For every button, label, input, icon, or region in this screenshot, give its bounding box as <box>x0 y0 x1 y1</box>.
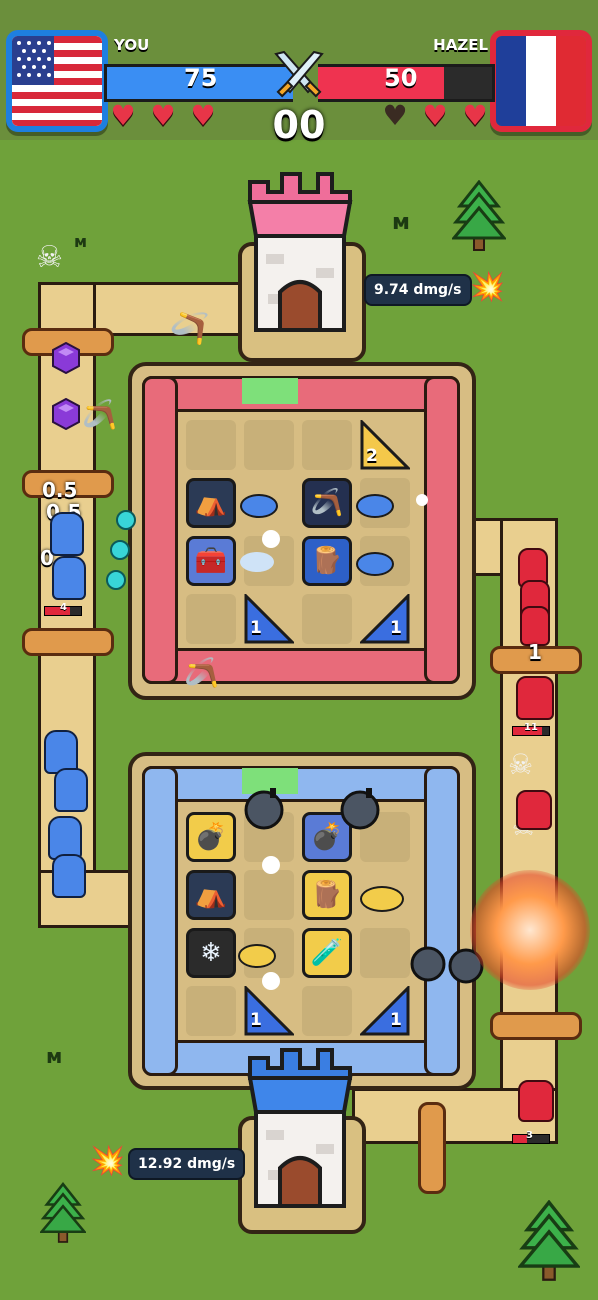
board-cell[interactable] <box>186 986 236 1036</box>
blue-projectile <box>356 494 394 518</box>
white-ball-projectile <box>416 494 428 506</box>
cyan-projectile <box>116 510 136 530</box>
damage-number: 0.5 <box>42 478 78 502</box>
boomerang-projectile-icon: 🪃 <box>82 398 117 431</box>
boomerang-projectile-icon: 🪃 <box>184 656 219 689</box>
spiked-log-barrier <box>22 628 114 656</box>
triangle-level: 1 <box>390 1010 402 1030</box>
damage-number: 1 <box>528 640 542 664</box>
blue-soldier-unit <box>54 768 88 812</box>
spiked-log-tile-icon[interactable]: 🪵 <box>302 870 352 920</box>
player-flag-usa-icon <box>6 30 108 132</box>
player-dps-label: 12.92 dmg/s <box>128 1148 246 1180</box>
board-cell[interactable] <box>186 594 236 644</box>
fire-clock-icon: 💥 <box>90 1144 125 1177</box>
player-heart-icon: ♥ <box>110 99 136 132</box>
red-soldier-unit <box>516 676 554 720</box>
crossed-swords-icon <box>274 50 324 98</box>
red-soldier-unit <box>518 1080 554 1122</box>
blue-soldier-unit <box>52 854 86 898</box>
player-heart-icon: ♥ <box>150 99 176 132</box>
snowflake-tile-icon[interactable]: ❄ <box>186 928 236 978</box>
blue-projectile <box>240 494 278 518</box>
spiked-log-barrier <box>418 1102 446 1194</box>
triangle-level: 1 <box>250 1010 262 1030</box>
potion-tile-icon[interactable]: 🧪 <box>302 928 352 978</box>
bomb-icon <box>340 788 380 830</box>
spiked-log-tile-icon[interactable]: 🪵 <box>302 536 352 586</box>
purple-gem-icon <box>52 342 80 374</box>
bomb-cannon-tile-icon[interactable]: 💣 <box>186 812 236 862</box>
unit-hp-number: 11 <box>524 722 538 733</box>
player-name: YOU <box>114 36 150 54</box>
triangle-level: 2 <box>366 446 378 466</box>
triangle-level: 1 <box>390 618 402 638</box>
player-board-wall-right <box>424 766 460 1076</box>
board-cell[interactable] <box>302 594 352 644</box>
spiked-log-barrier <box>490 1012 582 1040</box>
blue-projectile <box>356 552 394 576</box>
white-projectile <box>240 552 274 572</box>
opponent-heart-empty-icon: ♥ <box>382 99 408 132</box>
opponent-heart-icon: ♥ <box>422 99 448 132</box>
boomerang-tile-icon[interactable]: 🪃 <box>302 478 352 528</box>
board-cell[interactable] <box>244 870 294 920</box>
enemy-castle-tower[interactable] <box>246 164 354 334</box>
player-castle-tower[interactable] <box>246 1040 354 1210</box>
enemy-board-wall-left <box>142 376 178 684</box>
player-board-wall-top <box>142 766 460 802</box>
grass-tuft-icon: ᴍ <box>74 232 88 251</box>
skull-bones-icon: ☠ <box>36 240 63 275</box>
unit-hp-number: 4 <box>60 602 67 613</box>
player-heart-icon: ♥ <box>190 99 216 132</box>
fire-clock-icon: 💥 <box>470 270 505 303</box>
tent-tile-icon[interactable]: ⛺ <box>186 870 236 920</box>
treasure-chest-tile-icon[interactable]: 🧰 <box>186 536 236 586</box>
pine-tree-icon <box>452 180 506 251</box>
board-cell[interactable] <box>302 986 352 1036</box>
enemy-board-wall-right <box>424 376 460 684</box>
grass-tuft-icon: ᴍ <box>46 1044 63 1068</box>
white-ball-projectile <box>262 972 280 990</box>
pine-tree-icon <box>40 1182 86 1243</box>
blue-triangle-icon[interactable] <box>360 986 410 1036</box>
yellow-projectile <box>238 944 276 968</box>
opponent-heart-icon: ♥ <box>462 99 488 132</box>
bomb-icon <box>244 788 284 830</box>
white-ball-projectile <box>262 530 280 548</box>
red-soldier-unit <box>516 790 552 830</box>
board-cell[interactable] <box>186 420 236 470</box>
pine-tree-icon <box>518 1200 580 1281</box>
explosion-effect <box>470 870 590 990</box>
board-cell[interactable] <box>302 420 352 470</box>
enemy-dps-label: 9.74 dmg/s <box>364 274 472 306</box>
player-board-wall-left <box>142 766 178 1076</box>
board-cell[interactable] <box>360 928 410 978</box>
opponent-name: HAZEL <box>433 36 488 54</box>
player-score: 75 <box>184 64 218 92</box>
board-cell[interactable] <box>244 420 294 470</box>
opponent-score: 50 <box>384 64 418 92</box>
enemy-board-wall-top <box>142 376 460 412</box>
opponent-flag-france-icon <box>490 30 592 132</box>
unit-hp-number: 3 <box>526 1130 533 1141</box>
yellow-projectile <box>360 886 404 912</box>
triangle-level: 1 <box>250 618 262 638</box>
round-timer: 00 <box>272 103 326 147</box>
grass-tuft-icon: ᴍ <box>392 210 410 235</box>
enemy-gate-green <box>242 378 298 404</box>
blue-soldier-unit <box>52 556 86 600</box>
cyan-projectile <box>106 570 126 590</box>
tent-tile-icon[interactable]: ⛺ <box>186 478 236 528</box>
skull-bones-icon: ☠ <box>508 748 534 781</box>
blue-triangle-icon[interactable] <box>360 594 410 644</box>
blue-soldier-unit <box>50 512 84 556</box>
purple-gem-icon <box>52 398 80 430</box>
white-ball-projectile <box>262 856 280 874</box>
cyan-projectile <box>110 540 130 560</box>
